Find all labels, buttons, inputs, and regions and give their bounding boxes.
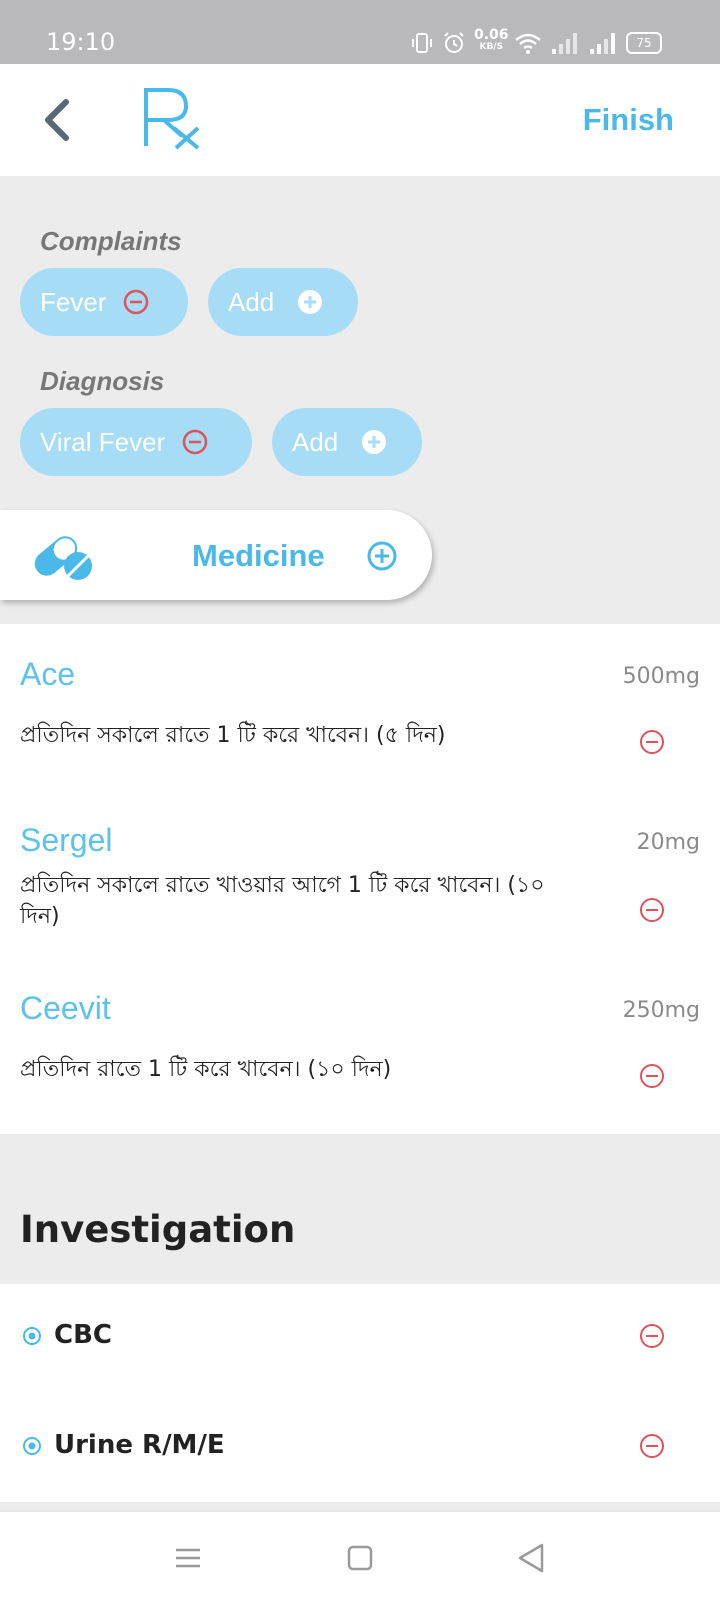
medicine-header-card: Medicine (0, 510, 432, 600)
medicine-title: Medicine (192, 538, 325, 573)
system-nav-bar (0, 1510, 720, 1600)
medicine-instruction: প্রতিদিন রাতে 1 টি করে খাবেন। (১০ দিন) (20, 1057, 392, 1082)
medicine-name: Sergel (20, 822, 113, 858)
investigation-item-name: CBC (54, 1320, 112, 1350)
investigation-title: Investigation (20, 1208, 296, 1251)
diagnosis-chip-viral-fever: Viral Fever (20, 408, 252, 476)
remove-medicine-button[interactable] (638, 1062, 666, 1090)
bullet-icon (23, 1327, 41, 1345)
investigation-item-name: Urine R/M/E (54, 1430, 225, 1460)
medicine-instruction: প্রতিদিন সকালে রাতে 1 টি করে খাবেন। (৫ দ… (20, 723, 446, 748)
pills-icon (34, 536, 92, 580)
rx-logo (144, 88, 200, 150)
medicine-name: Ceevit (20, 990, 111, 1026)
medicine-dose: 250mg (622, 998, 700, 1023)
net-speed: 0.06 KB/S (474, 28, 509, 52)
net-speed-value: 0.06 (474, 27, 509, 43)
medicine-dose: 20mg (636, 830, 700, 855)
investigation-list: CBC Urine R/M/E (0, 1284, 720, 1502)
menu-icon[interactable] (168, 1538, 208, 1578)
add-diagnosis-label: Add (292, 426, 339, 457)
medicine-instruction: প্রতিদিন সকালে রাতে খাওয়ার আগে 1 টি করে… (20, 873, 545, 929)
vibrate-icon (412, 33, 432, 53)
remove-investigation-button[interactable] (638, 1432, 666, 1460)
remove-medicine-button[interactable] (638, 728, 666, 756)
signal-icon (590, 33, 615, 54)
add-circle-icon (298, 290, 323, 314)
add-medicine-button[interactable] (366, 540, 398, 572)
add-diagnosis-button[interactable]: Add (272, 408, 422, 476)
remove-medicine-button[interactable] (638, 896, 666, 924)
diagnosis-chip-label: Viral Fever (40, 426, 166, 457)
add-circle-icon (362, 430, 387, 454)
medicine-name: Ace (20, 656, 76, 692)
back-button[interactable] (34, 96, 82, 144)
remove-circle-icon[interactable] (122, 288, 150, 316)
net-speed-unit: KB/S (479, 42, 504, 52)
complaint-chip-label: Fever (40, 286, 107, 317)
remove-circle-icon[interactable] (181, 428, 209, 456)
medicine-dose: 500mg (622, 664, 700, 689)
remove-investigation-button[interactable] (638, 1322, 666, 1350)
wifi-icon (515, 33, 541, 54)
complaint-chip-fever: Fever (20, 268, 188, 336)
status-time: 19:10 (46, 28, 116, 56)
complaints-label: Complaints (40, 226, 182, 256)
bullet-icon (23, 1437, 41, 1455)
medicine-list: Ace 500mg প্রতিদিন সকালে রাতে 1 টি করে খ… (0, 624, 720, 1134)
battery-icon: 75 (626, 32, 662, 54)
add-complaint-label: Add (228, 286, 275, 317)
finish-button[interactable]: Finish (583, 102, 674, 138)
diagnosis-label: Diagnosis (40, 366, 165, 396)
signal-icon (552, 33, 577, 54)
add-complaint-button[interactable]: Add (208, 268, 358, 336)
alarm-icon (444, 32, 464, 53)
back-triangle-icon[interactable] (512, 1538, 552, 1578)
home-square-icon[interactable] (340, 1538, 380, 1578)
